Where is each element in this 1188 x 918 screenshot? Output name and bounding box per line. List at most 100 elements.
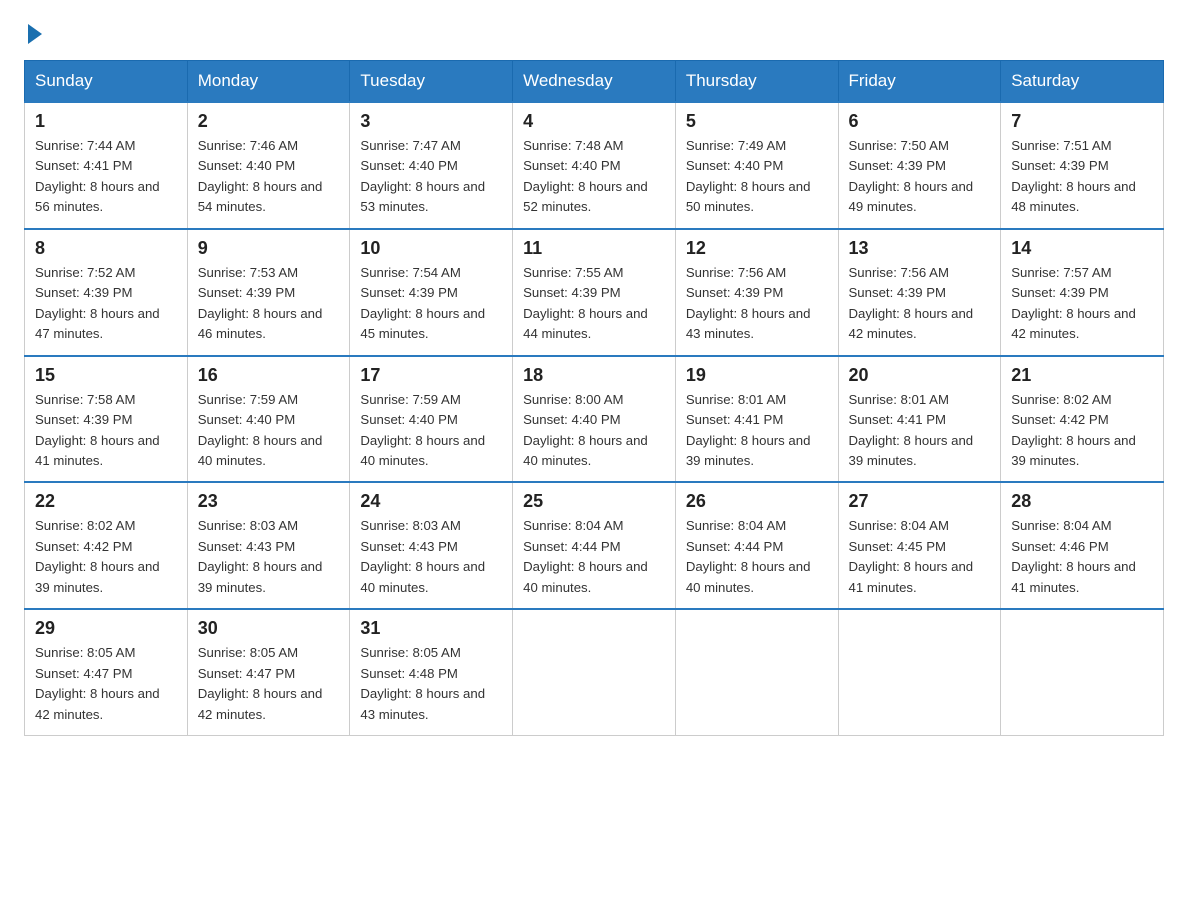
calendar-cell: [1001, 609, 1164, 735]
calendar-cell: [513, 609, 676, 735]
calendar-header-row: SundayMondayTuesdayWednesdayThursdayFrid…: [25, 61, 1164, 103]
day-info: Sunrise: 8:05 AM Sunset: 4:48 PM Dayligh…: [360, 643, 502, 725]
day-info: Sunrise: 7:47 AM Sunset: 4:40 PM Dayligh…: [360, 136, 502, 218]
day-info: Sunrise: 7:50 AM Sunset: 4:39 PM Dayligh…: [849, 136, 991, 218]
day-info: Sunrise: 7:54 AM Sunset: 4:39 PM Dayligh…: [360, 263, 502, 345]
day-info: Sunrise: 8:02 AM Sunset: 4:42 PM Dayligh…: [1011, 390, 1153, 472]
calendar-cell: 17 Sunrise: 7:59 AM Sunset: 4:40 PM Dayl…: [350, 356, 513, 483]
calendar-cell: 5 Sunrise: 7:49 AM Sunset: 4:40 PM Dayli…: [675, 102, 838, 229]
column-header-saturday: Saturday: [1001, 61, 1164, 103]
day-info: Sunrise: 7:56 AM Sunset: 4:39 PM Dayligh…: [686, 263, 828, 345]
calendar-table: SundayMondayTuesdayWednesdayThursdayFrid…: [24, 60, 1164, 736]
calendar-cell: 18 Sunrise: 8:00 AM Sunset: 4:40 PM Dayl…: [513, 356, 676, 483]
day-number: 17: [360, 365, 502, 386]
calendar-cell: 7 Sunrise: 7:51 AM Sunset: 4:39 PM Dayli…: [1001, 102, 1164, 229]
calendar-cell: 24 Sunrise: 8:03 AM Sunset: 4:43 PM Dayl…: [350, 482, 513, 609]
day-number: 18: [523, 365, 665, 386]
day-info: Sunrise: 7:52 AM Sunset: 4:39 PM Dayligh…: [35, 263, 177, 345]
column-header-thursday: Thursday: [675, 61, 838, 103]
day-number: 13: [849, 238, 991, 259]
day-number: 30: [198, 618, 340, 639]
day-info: Sunrise: 7:56 AM Sunset: 4:39 PM Dayligh…: [849, 263, 991, 345]
day-number: 25: [523, 491, 665, 512]
calendar-cell: 22 Sunrise: 8:02 AM Sunset: 4:42 PM Dayl…: [25, 482, 188, 609]
calendar-cell: 8 Sunrise: 7:52 AM Sunset: 4:39 PM Dayli…: [25, 229, 188, 356]
calendar-cell: 6 Sunrise: 7:50 AM Sunset: 4:39 PM Dayli…: [838, 102, 1001, 229]
day-number: 20: [849, 365, 991, 386]
day-info: Sunrise: 7:48 AM Sunset: 4:40 PM Dayligh…: [523, 136, 665, 218]
calendar-cell: 19 Sunrise: 8:01 AM Sunset: 4:41 PM Dayl…: [675, 356, 838, 483]
week-row-3: 15 Sunrise: 7:58 AM Sunset: 4:39 PM Dayl…: [25, 356, 1164, 483]
calendar-cell: 20 Sunrise: 8:01 AM Sunset: 4:41 PM Dayl…: [838, 356, 1001, 483]
calendar-cell: 15 Sunrise: 7:58 AM Sunset: 4:39 PM Dayl…: [25, 356, 188, 483]
column-header-friday: Friday: [838, 61, 1001, 103]
calendar-cell: [675, 609, 838, 735]
calendar-cell: 23 Sunrise: 8:03 AM Sunset: 4:43 PM Dayl…: [187, 482, 350, 609]
logo: [24, 24, 42, 44]
day-info: Sunrise: 7:49 AM Sunset: 4:40 PM Dayligh…: [686, 136, 828, 218]
day-number: 19: [686, 365, 828, 386]
calendar-cell: 26 Sunrise: 8:04 AM Sunset: 4:44 PM Dayl…: [675, 482, 838, 609]
day-number: 6: [849, 111, 991, 132]
week-row-2: 8 Sunrise: 7:52 AM Sunset: 4:39 PM Dayli…: [25, 229, 1164, 356]
day-number: 7: [1011, 111, 1153, 132]
calendar-cell: 31 Sunrise: 8:05 AM Sunset: 4:48 PM Dayl…: [350, 609, 513, 735]
day-number: 12: [686, 238, 828, 259]
day-number: 29: [35, 618, 177, 639]
day-info: Sunrise: 8:05 AM Sunset: 4:47 PM Dayligh…: [198, 643, 340, 725]
day-number: 24: [360, 491, 502, 512]
day-info: Sunrise: 7:58 AM Sunset: 4:39 PM Dayligh…: [35, 390, 177, 472]
calendar-cell: 14 Sunrise: 7:57 AM Sunset: 4:39 PM Dayl…: [1001, 229, 1164, 356]
day-number: 21: [1011, 365, 1153, 386]
calendar-cell: 25 Sunrise: 8:04 AM Sunset: 4:44 PM Dayl…: [513, 482, 676, 609]
calendar-cell: 12 Sunrise: 7:56 AM Sunset: 4:39 PM Dayl…: [675, 229, 838, 356]
day-info: Sunrise: 8:02 AM Sunset: 4:42 PM Dayligh…: [35, 516, 177, 598]
day-info: Sunrise: 8:03 AM Sunset: 4:43 PM Dayligh…: [198, 516, 340, 598]
day-info: Sunrise: 8:01 AM Sunset: 4:41 PM Dayligh…: [849, 390, 991, 472]
week-row-4: 22 Sunrise: 8:02 AM Sunset: 4:42 PM Dayl…: [25, 482, 1164, 609]
calendar-cell: 28 Sunrise: 8:04 AM Sunset: 4:46 PM Dayl…: [1001, 482, 1164, 609]
week-row-1: 1 Sunrise: 7:44 AM Sunset: 4:41 PM Dayli…: [25, 102, 1164, 229]
logo-blue-text: [24, 24, 42, 44]
day-info: Sunrise: 8:03 AM Sunset: 4:43 PM Dayligh…: [360, 516, 502, 598]
day-info: Sunrise: 7:53 AM Sunset: 4:39 PM Dayligh…: [198, 263, 340, 345]
day-number: 1: [35, 111, 177, 132]
calendar-cell: 13 Sunrise: 7:56 AM Sunset: 4:39 PM Dayl…: [838, 229, 1001, 356]
day-info: Sunrise: 7:46 AM Sunset: 4:40 PM Dayligh…: [198, 136, 340, 218]
calendar-cell: 21 Sunrise: 8:02 AM Sunset: 4:42 PM Dayl…: [1001, 356, 1164, 483]
day-number: 31: [360, 618, 502, 639]
calendar-cell: 1 Sunrise: 7:44 AM Sunset: 4:41 PM Dayli…: [25, 102, 188, 229]
calendar-cell: 30 Sunrise: 8:05 AM Sunset: 4:47 PM Dayl…: [187, 609, 350, 735]
calendar-cell: 10 Sunrise: 7:54 AM Sunset: 4:39 PM Dayl…: [350, 229, 513, 356]
column-header-tuesday: Tuesday: [350, 61, 513, 103]
day-number: 27: [849, 491, 991, 512]
day-number: 11: [523, 238, 665, 259]
calendar-cell: [838, 609, 1001, 735]
day-number: 14: [1011, 238, 1153, 259]
day-number: 9: [198, 238, 340, 259]
day-number: 22: [35, 491, 177, 512]
day-info: Sunrise: 7:55 AM Sunset: 4:39 PM Dayligh…: [523, 263, 665, 345]
day-number: 26: [686, 491, 828, 512]
day-number: 10: [360, 238, 502, 259]
day-info: Sunrise: 7:44 AM Sunset: 4:41 PM Dayligh…: [35, 136, 177, 218]
day-number: 8: [35, 238, 177, 259]
day-info: Sunrise: 8:05 AM Sunset: 4:47 PM Dayligh…: [35, 643, 177, 725]
day-number: 16: [198, 365, 340, 386]
calendar-cell: 4 Sunrise: 7:48 AM Sunset: 4:40 PM Dayli…: [513, 102, 676, 229]
day-info: Sunrise: 8:04 AM Sunset: 4:44 PM Dayligh…: [523, 516, 665, 598]
calendar-cell: 11 Sunrise: 7:55 AM Sunset: 4:39 PM Dayl…: [513, 229, 676, 356]
day-number: 15: [35, 365, 177, 386]
page-header: [24, 24, 1164, 44]
day-info: Sunrise: 7:59 AM Sunset: 4:40 PM Dayligh…: [198, 390, 340, 472]
day-number: 4: [523, 111, 665, 132]
calendar-cell: 9 Sunrise: 7:53 AM Sunset: 4:39 PM Dayli…: [187, 229, 350, 356]
calendar-cell: 2 Sunrise: 7:46 AM Sunset: 4:40 PM Dayli…: [187, 102, 350, 229]
day-info: Sunrise: 8:04 AM Sunset: 4:45 PM Dayligh…: [849, 516, 991, 598]
column-header-wednesday: Wednesday: [513, 61, 676, 103]
day-info: Sunrise: 7:51 AM Sunset: 4:39 PM Dayligh…: [1011, 136, 1153, 218]
day-number: 3: [360, 111, 502, 132]
calendar-cell: 16 Sunrise: 7:59 AM Sunset: 4:40 PM Dayl…: [187, 356, 350, 483]
day-info: Sunrise: 8:01 AM Sunset: 4:41 PM Dayligh…: [686, 390, 828, 472]
day-info: Sunrise: 7:59 AM Sunset: 4:40 PM Dayligh…: [360, 390, 502, 472]
